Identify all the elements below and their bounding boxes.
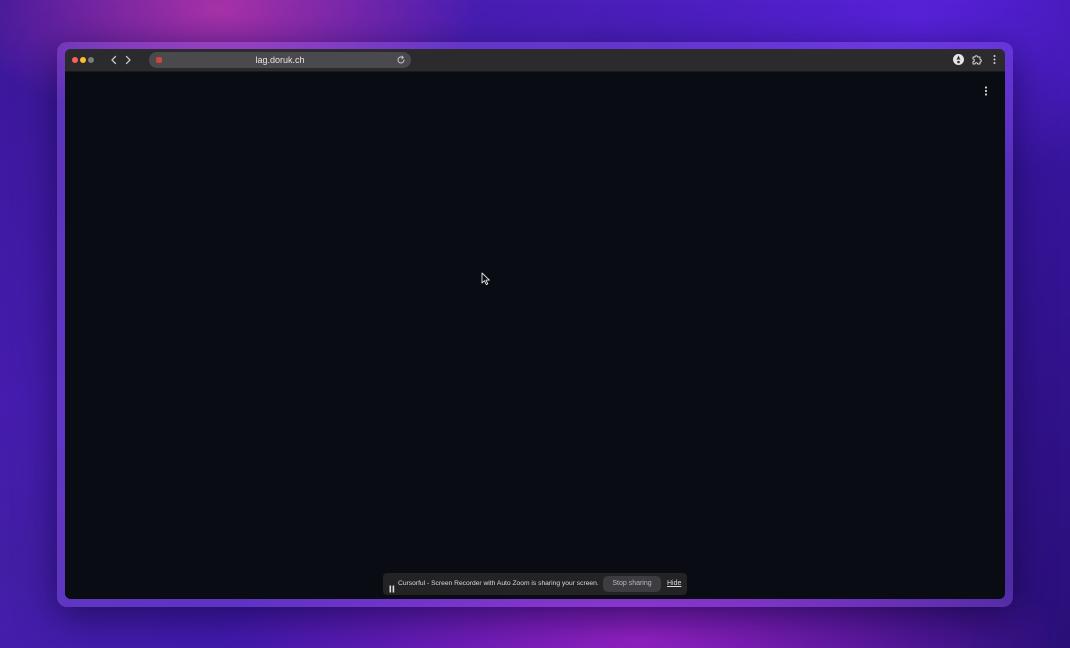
kebab-menu-icon[interactable] (988, 53, 1001, 66)
close-window-button[interactable] (72, 57, 78, 63)
page-menu-icon[interactable] (979, 84, 993, 98)
reload-button[interactable] (395, 54, 407, 66)
page-viewport: Cursorful - Screen Recorder with Auto Zo… (65, 72, 1005, 599)
desktop-wallpaper: lag.doruk.ch Cursorful - Screen Recorder… (0, 0, 1070, 648)
extensions-icon[interactable] (970, 53, 983, 66)
mouse-cursor-icon (481, 272, 491, 286)
browser-titlebar: lag.doruk.ch (65, 49, 1005, 72)
reload-icon (397, 55, 405, 64)
sharing-message: Cursorful - Screen Recorder with Auto Zo… (398, 580, 599, 587)
browser-window: lag.doruk.ch Cursorful - Screen Recorder… (65, 49, 1005, 599)
minimize-window-button[interactable] (80, 57, 86, 63)
address-bar[interactable]: lag.doruk.ch (149, 52, 411, 68)
profile-icon[interactable] (952, 53, 965, 66)
back-button[interactable] (108, 54, 120, 66)
forward-button[interactable] (122, 54, 134, 66)
screen-sharing-bar: Cursorful - Screen Recorder with Auto Zo… (383, 573, 687, 595)
hide-link[interactable]: Hide (667, 573, 681, 595)
chevron-right-icon (125, 55, 131, 65)
chevron-left-icon (111, 55, 117, 65)
address-bar-url[interactable]: lag.doruk.ch (149, 52, 411, 68)
stop-sharing-button[interactable]: Stop sharing (603, 576, 661, 592)
maximize-window-button[interactable] (88, 57, 94, 63)
pause-icon (389, 580, 395, 593)
